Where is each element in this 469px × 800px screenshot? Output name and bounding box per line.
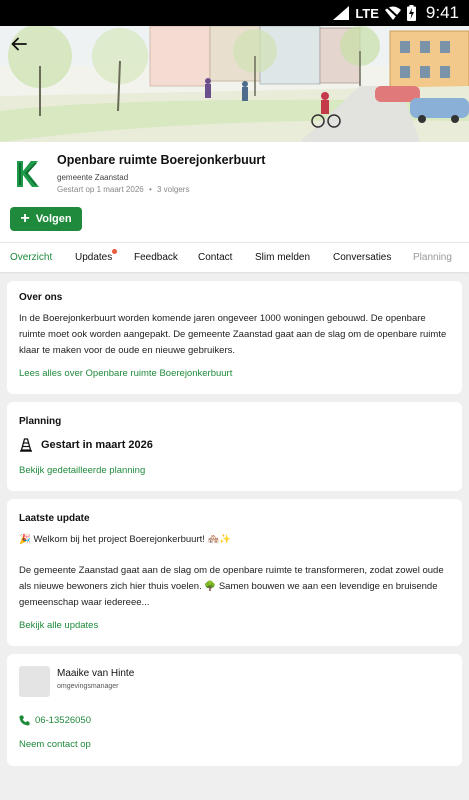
project-meta: Gestart op 1 maart 2026 • 3 volgers xyxy=(57,185,189,194)
signal-icon xyxy=(333,6,350,20)
notification-dot xyxy=(112,249,118,254)
about-title: Over ons xyxy=(19,292,63,303)
tab-overzicht[interactable]: Overzicht xyxy=(10,252,52,263)
about-text: In de Boerejonkerbuurt worden komende ja… xyxy=(19,313,447,356)
follow-label: Volgen xyxy=(35,213,72,225)
meta-separator: • xyxy=(148,185,152,194)
plus-icon: + xyxy=(20,209,30,227)
contact-role: omgevingsmanager xyxy=(57,683,119,690)
k-logo-icon xyxy=(17,161,39,187)
back-button[interactable] xyxy=(6,31,32,57)
follower-count: 3 volgers xyxy=(157,185,190,194)
planning-status: Gestart in maart 2026 xyxy=(19,438,153,452)
update-headline: 🎉 Welkom bij het project Boerejonkerbuur… xyxy=(19,534,232,545)
planning-status-text: Gestart in maart 2026 xyxy=(41,439,153,451)
hero-image xyxy=(0,26,469,142)
latest-update-card: Laatste update 🎉 Welkom bij het project … xyxy=(7,499,462,646)
contact-name: Maaike van Hinte xyxy=(57,668,135,679)
tab-slim-melden[interactable]: Slim melden xyxy=(255,252,310,263)
traffic-cone-icon xyxy=(20,438,32,452)
update-body: De gemeente Zaanstad gaat aan de slag om… xyxy=(19,565,444,608)
project-start-date: Gestart op 1 maart 2026 xyxy=(57,185,144,194)
tab-updates[interactable]: Updates xyxy=(75,249,118,263)
about-card: Over ons In de Boerejonkerbuurt worden k… xyxy=(7,281,462,394)
project-title: Openbare ruimte Boerejonkerbuurt xyxy=(57,153,266,167)
planning-link[interactable]: Bekijk gedetailleerde planning xyxy=(19,465,145,476)
network-type: LTE xyxy=(355,5,379,21)
battery-charging-icon xyxy=(406,5,416,21)
phone-number: 06-13526050 xyxy=(35,715,91,726)
phone-icon xyxy=(19,715,30,726)
clock: 9:41 xyxy=(425,3,459,22)
project-logo xyxy=(12,154,44,194)
arrow-left-icon xyxy=(11,37,27,51)
planning-card: Planning Gestart in maart 2026 Bekijk ge… xyxy=(7,402,462,491)
about-link[interactable]: Lees alles over Openbare ruimte Boerejon… xyxy=(19,368,232,379)
status-bar: LTE 9:41 xyxy=(0,0,469,26)
phone-link[interactable]: 06-13526050 xyxy=(19,715,91,726)
project-organization: gemeente Zaanstad xyxy=(57,173,129,182)
planning-title: Planning xyxy=(19,416,62,427)
tab-updates-label: Updates xyxy=(75,252,113,263)
contact-link[interactable]: Neem contact op xyxy=(19,739,91,750)
contact-card: Maaike van Hinte omgevingsmanager 06-135… xyxy=(7,654,462,766)
tab-planning[interactable]: Planning xyxy=(413,252,452,263)
tab-conversaties[interactable]: Conversaties xyxy=(333,252,391,263)
tab-feedback[interactable]: Feedback xyxy=(134,252,178,263)
update-title: Laatste update xyxy=(19,513,90,524)
tab-contact[interactable]: Contact xyxy=(198,252,232,263)
follow-button[interactable]: + Volgen xyxy=(10,207,82,231)
project-header: Openbare ruimte Boerejonkerbuurt gemeent… xyxy=(0,142,469,242)
wifi-off-icon xyxy=(384,6,401,20)
update-link[interactable]: Bekijk alle updates xyxy=(19,620,98,631)
tab-bar: Overzicht Updates Feedback Contact Slim … xyxy=(0,242,469,272)
avatar xyxy=(19,666,50,697)
